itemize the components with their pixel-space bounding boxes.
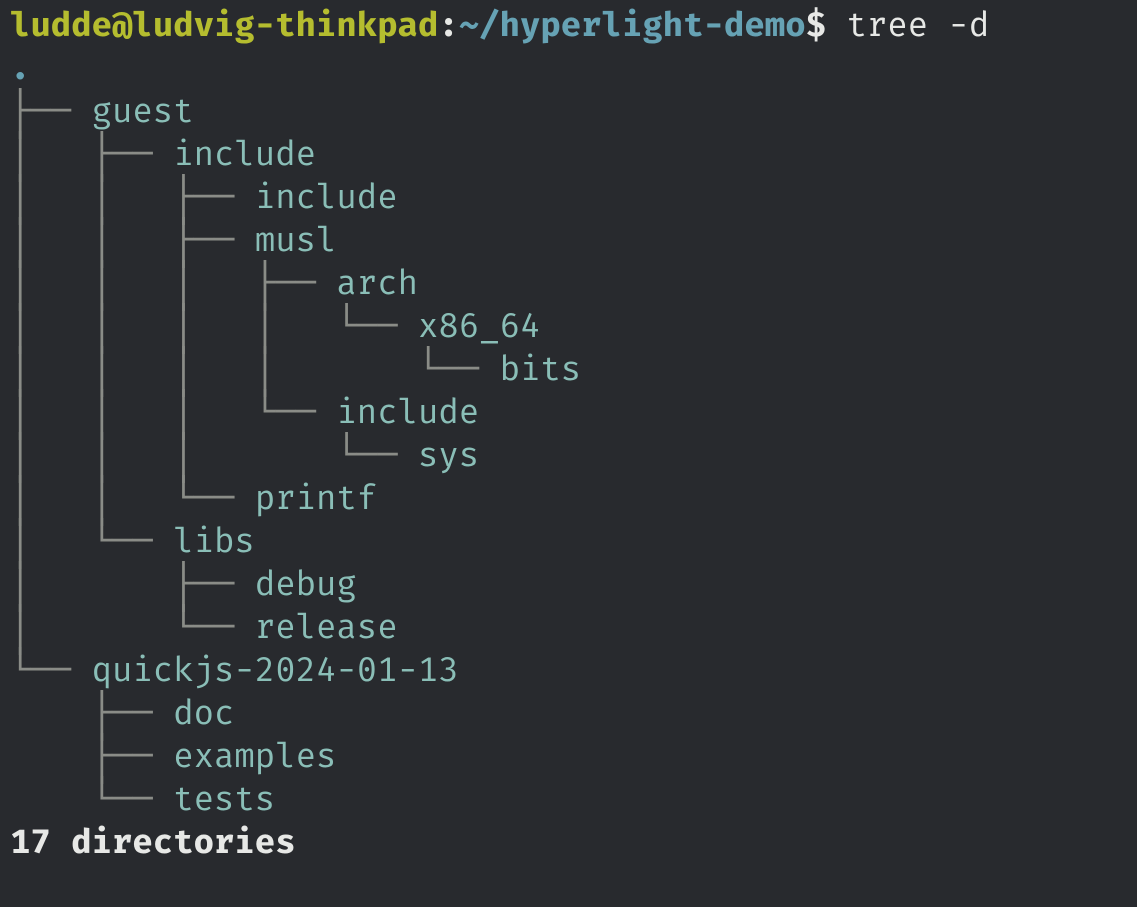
tree-dir: release: [255, 607, 398, 648]
prompt-user: ludde@ludvig-thinkpad: [10, 5, 438, 46]
tree-branch: │ │ │ │ └──: [10, 306, 418, 347]
tree-dir: tests: [173, 779, 275, 820]
tree-branch: │ │ │ │ └──: [10, 349, 500, 390]
tree-branch: ├──: [10, 736, 173, 777]
tree-dir: include: [173, 134, 316, 175]
tree-branch: │ │ │ └──: [10, 435, 418, 476]
tree-branch: ├──: [10, 91, 92, 132]
tree-branch: ├──: [10, 693, 173, 734]
tree-branch: └──: [10, 779, 173, 820]
tree-branch: └──: [10, 650, 92, 691]
tree-dir: guest: [92, 91, 194, 132]
prompt-colon: :: [438, 5, 458, 46]
tree-dir: musl: [255, 220, 337, 261]
tree-summary: 17 directories: [10, 822, 296, 863]
tree-dir: x86_64: [418, 306, 540, 347]
tree-branch: │ │ └──: [10, 478, 255, 519]
tree-branch: │ │ │ ├──: [10, 263, 336, 304]
tree-dir: doc: [173, 693, 234, 734]
tree-body: ├── guest │ ├── include │ │ ├── include …: [10, 91, 581, 820]
prompt-command: tree -d: [846, 5, 989, 46]
tree-dir: libs: [173, 521, 255, 562]
tree-dir: debug: [255, 564, 357, 605]
tree-root: .: [10, 48, 30, 89]
tree-branch: │ │ │ └──: [10, 392, 336, 433]
prompt-line[interactable]: ludde@ludvig-thinkpad:~/hyperlight-demo$…: [10, 5, 989, 46]
tree-dir: quickjs-2024-01-13: [92, 650, 459, 691]
tree-branch: │ ├──: [10, 134, 173, 175]
tree-dir: arch: [336, 263, 418, 304]
tree-branch: │ │ ├──: [10, 220, 255, 261]
tree-dir: bits: [500, 349, 582, 390]
prompt-dollar: $: [806, 5, 826, 46]
prompt-cwd: ~/hyperlight-demo: [459, 5, 806, 46]
tree-dir: include: [255, 177, 398, 218]
tree-branch: │ └──: [10, 607, 255, 648]
terminal-output: ludde@ludvig-thinkpad:~/hyperlight-demo$…: [0, 0, 1137, 874]
tree-dir: examples: [173, 736, 336, 777]
tree-dir: sys: [418, 435, 479, 476]
tree-branch: │ ├──: [10, 564, 255, 605]
tree-dir: include: [336, 392, 479, 433]
tree-branch: │ │ ├──: [10, 177, 255, 218]
tree-branch: │ └──: [10, 521, 173, 562]
tree-dir: printf: [255, 478, 377, 519]
